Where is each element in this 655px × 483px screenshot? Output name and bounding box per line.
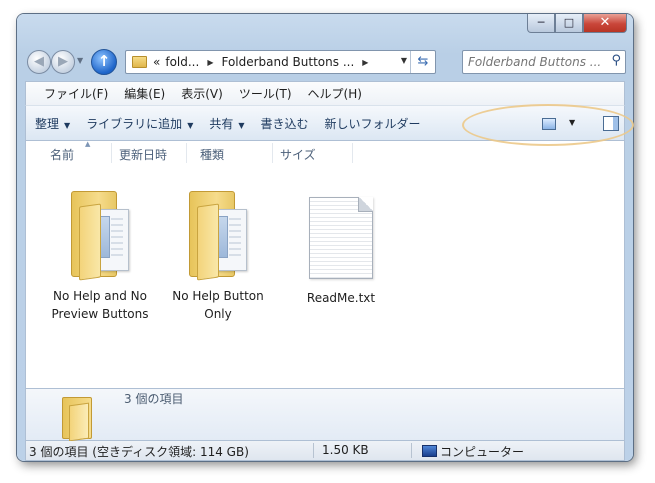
include-in-library-button[interactable]: ライブラリに追加 ▼ <box>78 115 201 132</box>
address-history-dropdown-icon[interactable]: ▼ <box>401 56 407 65</box>
divider <box>411 443 412 458</box>
preview-pane-icon[interactable] <box>603 116 619 131</box>
status-bar: 3 個の項目 (空きディスク領域: 114 GB) 1.50 KB コンピュータ… <box>25 441 625 461</box>
status-size: 1.50 KB <box>322 443 369 457</box>
menu-bar: ファイル(F) 編集(E) 表示(V) ツール(T) ヘルプ(H) <box>25 81 625 105</box>
address-segment[interactable]: Folderband Buttons ... <box>221 55 354 69</box>
menu-file[interactable]: ファイル(F) <box>36 85 116 102</box>
organize-button[interactable]: 整理 ▼ <box>27 115 78 132</box>
column-type[interactable]: 種類 <box>200 146 224 163</box>
list-item[interactable]: ReadMe.txt <box>282 191 400 307</box>
item-label: No Help and No Preview Buttons <box>51 289 149 321</box>
chevron-down-icon: ▼ <box>238 120 245 130</box>
caption-buttons: ─ □ ✕ <box>527 14 627 33</box>
column-date-modified[interactable]: 更新日時 <box>119 146 167 163</box>
change-view-icon[interactable] <box>542 118 556 130</box>
column-name[interactable]: 名前 <box>50 146 74 163</box>
maximize-button[interactable]: □ <box>555 14 583 33</box>
recent-pages-dropdown-icon[interactable]: ▼ <box>77 56 83 65</box>
menu-tools[interactable]: ツール(T) <box>231 85 300 102</box>
chevron-down-icon: ▼ <box>64 120 71 130</box>
burn-button[interactable]: 書き込む <box>253 115 317 132</box>
navigation-bar: ◀ ▶ ▼ ↑ « fold... ▶ Folderband Buttons .… <box>25 49 626 75</box>
folder-icon <box>62 397 92 439</box>
view-options-dropdown-icon[interactable]: ▼ <box>569 118 575 127</box>
details-pane: 3 個の項目 <box>25 388 625 441</box>
file-list: ▲ 名前 更新日時 種類 サイズ No Help and No Preview … <box>25 140 625 388</box>
folder-icon <box>189 191 247 281</box>
item-label: No Help Button Only <box>172 289 264 321</box>
status-items: 3 個の項目 (空きディスク領域: 114 GB) <box>29 445 249 459</box>
address-bar[interactable]: « fold... ▶ Folderband Buttons ... ▶ ▼ ⇆ <box>125 50 436 74</box>
refresh-icon[interactable]: ⇆ <box>410 51 435 73</box>
breadcrumb-arrow-icon[interactable]: ▶ <box>362 58 368 67</box>
command-bar: 整理 ▼ ライブラリに追加 ▼ 共有 ▼ 書き込む 新しいフォルダー ▼ <box>25 105 625 141</box>
item-label: ReadMe.txt <box>306 291 376 305</box>
folder-icon <box>132 56 147 68</box>
column-divider[interactable] <box>186 143 187 163</box>
column-size[interactable]: サイズ <box>280 146 316 163</box>
menu-help[interactable]: ヘルプ(H) <box>300 85 370 102</box>
search-box[interactable]: ⚲ <box>462 50 626 74</box>
divider <box>313 443 314 458</box>
column-headers: ▲ 名前 更新日時 種類 サイズ <box>26 140 624 165</box>
search-icon[interactable]: ⚲ <box>611 53 621 68</box>
status-location: コンピューター <box>440 445 525 459</box>
column-divider[interactable] <box>352 143 353 163</box>
column-divider[interactable] <box>272 143 273 163</box>
folder-icon <box>71 191 129 281</box>
text-file-icon <box>309 197 373 279</box>
close-button[interactable]: ✕ <box>583 14 627 33</box>
forward-button[interactable]: ▶ <box>51 50 75 74</box>
chevron-down-icon: ▼ <box>187 120 194 130</box>
back-button[interactable]: ◀ <box>27 50 51 74</box>
address-overflow-chevron[interactable]: « <box>153 55 160 69</box>
new-folder-button[interactable]: 新しいフォルダー <box>317 115 429 132</box>
menu-edit[interactable]: 編集(E) <box>116 85 173 102</box>
search-input[interactable] <box>466 53 602 71</box>
explorer-window: ─ □ ✕ ◀ ▶ ▼ ↑ « fold... ▶ Folderband But… <box>17 14 633 461</box>
minimize-button[interactable]: ─ <box>527 14 555 33</box>
column-divider[interactable] <box>111 143 112 163</box>
menu-view[interactable]: 表示(V) <box>173 85 231 102</box>
sort-ascending-icon: ▲ <box>85 140 91 148</box>
address-segment[interactable]: fold... <box>165 55 199 69</box>
details-item-count: 3 個の項目 <box>124 392 184 406</box>
computer-icon <box>422 445 437 457</box>
list-item[interactable]: No Help and No Preview Buttons <box>41 191 159 323</box>
share-button[interactable]: 共有 ▼ <box>201 115 252 132</box>
list-item[interactable]: No Help Button Only <box>159 191 277 323</box>
up-folder-button[interactable]: ↑ <box>91 49 117 75</box>
breadcrumb-arrow-icon[interactable]: ▶ <box>207 58 213 67</box>
